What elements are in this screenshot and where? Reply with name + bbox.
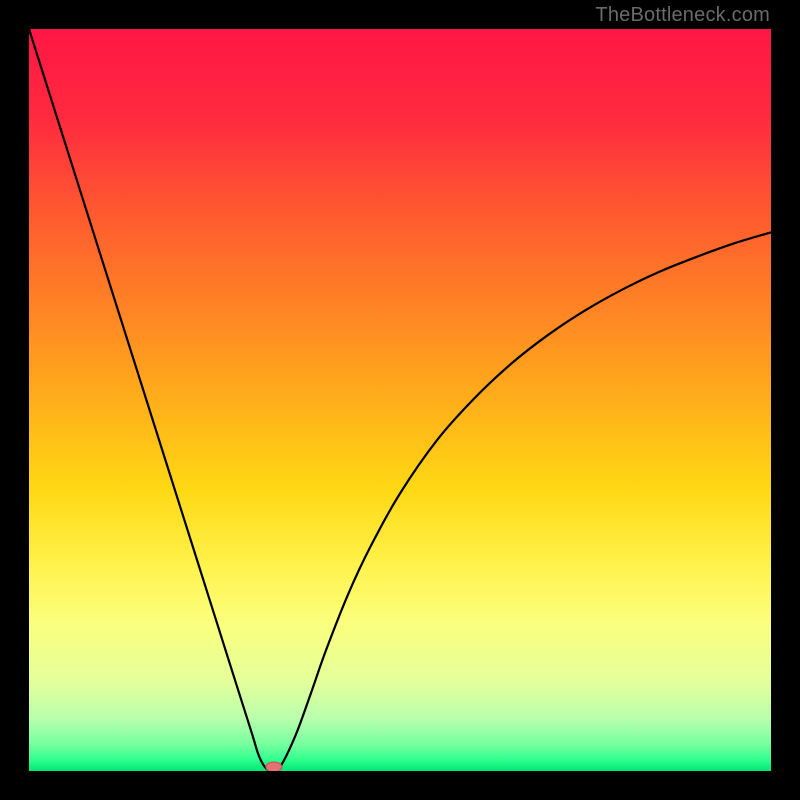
watermark-text: TheBottleneck.com: [595, 4, 770, 27]
chart-frame: TheBottleneck.com: [0, 0, 800, 800]
gradient-background: [29, 29, 771, 771]
plot-area: [29, 29, 771, 771]
minimum-marker: [266, 762, 282, 771]
chart-svg: [29, 29, 771, 771]
